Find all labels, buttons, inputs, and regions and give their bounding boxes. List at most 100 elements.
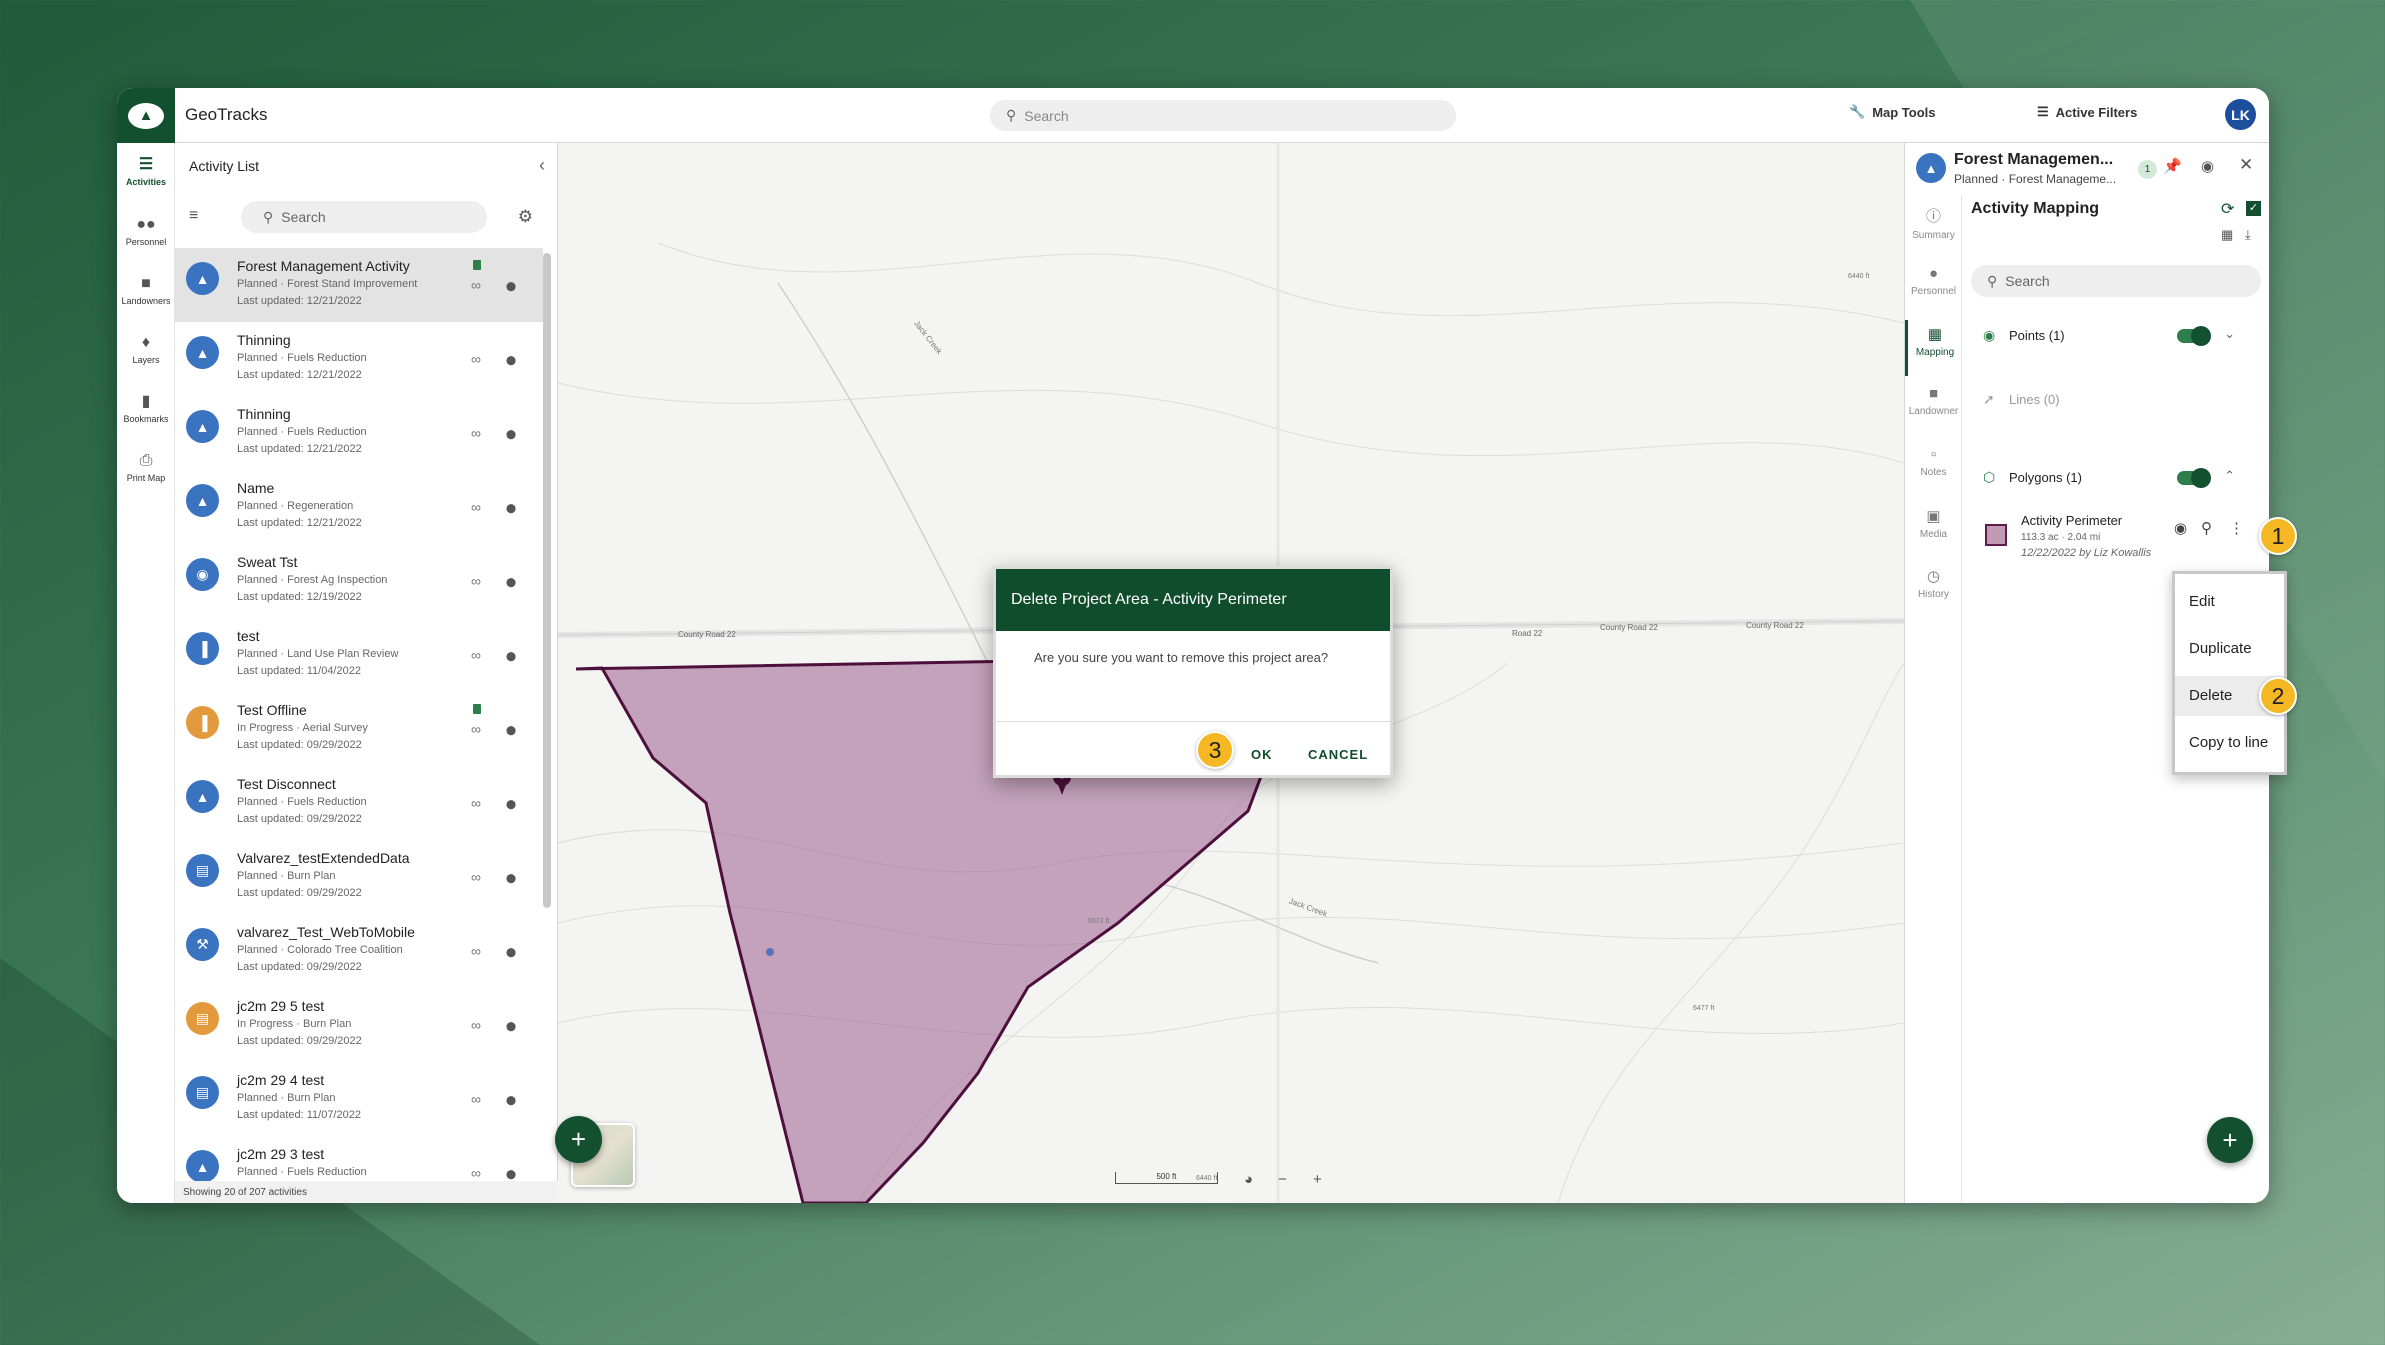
polygon-icon: ⬡	[1983, 469, 1996, 485]
link-icon[interactable]: ∞	[471, 1017, 481, 1033]
app-logo[interactable]: ▲	[117, 88, 175, 143]
list-item[interactable]: ⚒ valvarez_Test_WebToMobile Planned · Colo…	[175, 914, 543, 988]
tab-summary[interactable]: ⓘ Summary	[1905, 205, 1962, 241]
list-scrollbar[interactable]	[543, 253, 551, 908]
nav-personnel[interactable]: ●● Personnel	[117, 215, 175, 247]
location-pin-icon[interactable]: ⬤	[506, 873, 516, 884]
polygons-section[interactable]: ⬡ Polygons (1) ⌃	[1971, 463, 2261, 493]
active-filters-button[interactable]: ☰ Active Filters	[2037, 104, 2137, 120]
sort-icon[interactable]: ≡	[189, 207, 198, 225]
link-icon[interactable]: ∞	[471, 277, 481, 293]
tab-notes[interactable]: ▫ Notes	[1905, 446, 1962, 478]
list-item[interactable]: ▲ Thinning Planned · Fuels Reduction Last u…	[175, 396, 543, 470]
eye-icon[interactable]: ◉	[2174, 519, 2187, 537]
close-icon[interactable]: ✕	[2239, 155, 2253, 175]
locate-pin-icon[interactable]: ⚲	[2201, 519, 2212, 537]
more-vert-icon[interactable]: ⋮	[2229, 519, 2244, 537]
menu-item-copy-to-line[interactable]: Copy to line	[2175, 723, 2284, 763]
list-item[interactable]: ▲ Forest Management Activity Planned · For…	[175, 248, 543, 322]
zoom-in-icon[interactable]: +	[1313, 1171, 1322, 1188]
filter-settings-icon[interactable]: ⚙	[518, 207, 533, 227]
activity-status: Planned · Fuels Reduction	[237, 1166, 367, 1178]
location-pin-icon[interactable]: ⬤	[506, 1095, 516, 1106]
nav-print-map[interactable]: ⎙ Print Map	[117, 451, 175, 483]
tab-personnel[interactable]: ● Personnel	[1905, 265, 1962, 297]
lines-section[interactable]: ➚ Lines (0)	[1971, 385, 2261, 415]
location-pin-icon[interactable]: ⬤	[506, 725, 516, 736]
tab-landowner[interactable]: ■ Landowner	[1905, 385, 1962, 417]
link-icon[interactable]: ∞	[471, 499, 481, 515]
polygon-item[interactable]: Activity Perimeter 113.3 ac · 2.04 mi 12…	[1971, 508, 2261, 564]
globe-icon[interactable]: ◕	[1244, 1171, 1253, 1188]
tab-history[interactable]: ◷ History	[1905, 567, 1962, 600]
location-pin-icon[interactable]: ⬤	[506, 1169, 516, 1180]
collapse-chevron-icon[interactable]: ‹	[539, 155, 545, 176]
points-toggle[interactable]	[2177, 326, 2211, 346]
chevron-down-icon[interactable]: ⌄	[2224, 326, 2235, 342]
polygon-vertex[interactable]	[766, 948, 774, 956]
locate-icon[interactable]: ◉	[2201, 157, 2214, 175]
list-footer: Showing 20 of 207 activities	[175, 1181, 558, 1203]
checkbox-icon[interactable]: ✓	[2246, 201, 2261, 216]
nav-bookmarks[interactable]: ▮ Bookmarks	[117, 392, 175, 424]
menu-item-duplicate[interactable]: Duplicate	[2175, 629, 2284, 669]
link-icon[interactable]: ∞	[471, 869, 481, 885]
pin-icon[interactable]: 📌	[2163, 157, 2182, 175]
list-item[interactable]: ▤ jc2m 29 4 test Planned · Burn Plan Last u…	[175, 1062, 543, 1136]
location-pin-icon[interactable]: ⬤	[506, 1021, 516, 1032]
nav-landowners[interactable]: ■ Landowners	[117, 274, 175, 306]
refresh-icon[interactable]: ⟳	[2221, 199, 2234, 219]
list-item[interactable]: ▲ Thinning Planned · Fuels Reduction Last u…	[175, 322, 543, 396]
link-icon[interactable]: ∞	[471, 1091, 481, 1107]
expand-icon[interactable]: ▦	[2221, 227, 2233, 243]
location-pin-icon[interactable]: ⬤	[506, 503, 516, 514]
tab-label: Mapping	[1915, 347, 1955, 358]
link-icon[interactable]: ∞	[471, 795, 481, 811]
list-item[interactable]: ▐ test Planned · Land Use Plan Review Last …	[175, 618, 543, 692]
link-icon[interactable]: ∞	[471, 721, 481, 737]
list-item[interactable]: ▲ Name Planned · Regeneration Last updated:…	[175, 470, 543, 544]
zoom-out-icon[interactable]: −	[1278, 1171, 1287, 1188]
map-tools-button[interactable]: 🔧 Map Tools	[1849, 104, 1936, 120]
download-icon[interactable]: ⤓	[2245, 227, 2251, 243]
menu-item-edit[interactable]: Edit	[2175, 582, 2284, 622]
list-item[interactable]: ▤ jc2m 29 5 test In Progress · Burn Plan La…	[175, 988, 543, 1062]
list-item[interactable]: ▲ Test Disconnect Planned · Fuels Reductio…	[175, 766, 543, 840]
location-pin-icon[interactable]: ⬤	[506, 429, 516, 440]
person-icon: ●	[1928, 265, 1939, 282]
global-search-input[interactable]: ⚲ Search	[990, 100, 1456, 131]
location-pin-icon[interactable]: ⬤	[506, 799, 516, 810]
link-icon[interactable]: ∞	[471, 425, 481, 441]
mapping-search-input[interactable]: ⚲ Search	[1971, 265, 2261, 297]
ok-button[interactable]: OK	[1251, 747, 1273, 762]
link-icon[interactable]: ∞	[471, 1165, 481, 1181]
add-mapping-button[interactable]: +	[2207, 1117, 2253, 1163]
polygons-toggle[interactable]	[2177, 468, 2211, 488]
list-item[interactable]: ◉ Sweat Tst Planned · Forest Ag Inspection…	[175, 544, 543, 618]
points-section[interactable]: ◉ Points (1) ⌄	[1971, 321, 2261, 351]
chevron-up-icon[interactable]: ⌃	[2224, 468, 2235, 484]
activity-search-input[interactable]: ⚲ Search	[241, 201, 487, 233]
location-pin-icon[interactable]: ⬤	[506, 651, 516, 662]
cancel-button[interactable]: CANCEL	[1308, 747, 1368, 762]
link-icon[interactable]: ∞	[471, 351, 481, 367]
location-pin-icon[interactable]: ⬤	[506, 577, 516, 588]
location-pin-icon[interactable]: ⬤	[506, 947, 516, 958]
link-icon[interactable]: ∞	[471, 943, 481, 959]
location-pin-icon[interactable]: ⬤	[506, 281, 516, 292]
nav-activities[interactable]: ☰ Activities	[117, 155, 175, 187]
list-item[interactable]: ▐ Test Offline In Progress · Aerial Survey…	[175, 692, 543, 766]
tab-media[interactable]: ▣ Media	[1905, 507, 1962, 540]
activity-status: Planned · Regeneration	[237, 500, 354, 512]
tab-mapping[interactable]: ▦ Mapping	[1905, 320, 1962, 376]
nav-label: Bookmarks	[123, 414, 169, 424]
link-icon[interactable]: ∞	[471, 647, 481, 663]
nav-layers[interactable]: ♦ Layers	[117, 333, 175, 365]
user-avatar[interactable]: LK	[2225, 99, 2256, 130]
point-marker-icon: ◉	[1983, 327, 1996, 343]
add-activity-button[interactable]: +	[555, 1116, 602, 1163]
location-pin-icon[interactable]: ⬤	[506, 355, 516, 366]
list-item[interactable]: ▤ Valvarez_testExtendedData Planned · Burn…	[175, 840, 543, 914]
points-label: Points (1)	[2009, 328, 2065, 343]
link-icon[interactable]: ∞	[471, 573, 481, 589]
